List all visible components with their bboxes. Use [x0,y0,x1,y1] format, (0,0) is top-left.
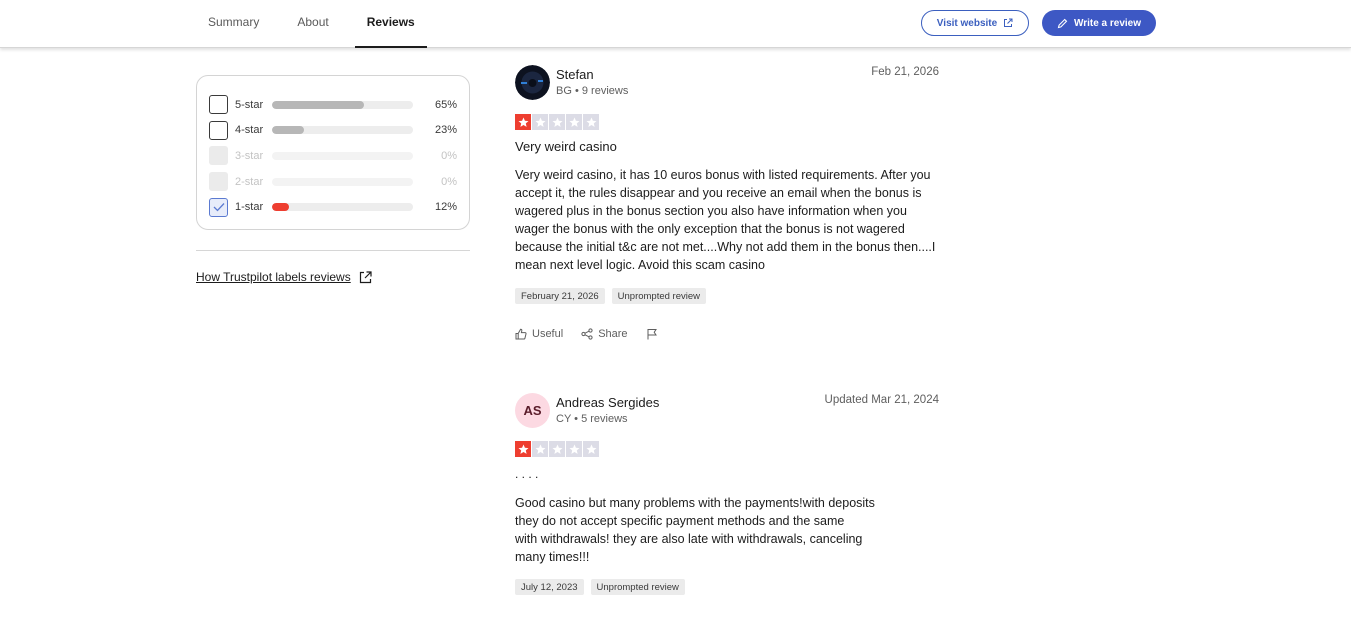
report-button[interactable] [646,328,658,340]
reviewer-name[interactable]: Andreas Sergides [556,395,659,410]
filter-row-2-star: 2-star 0% [209,169,457,195]
tab-reviews[interactable]: Reviews [354,0,427,48]
filter-percent: 65% [434,98,457,111]
review-tags: February 21, 2026 Unprompted review [515,288,707,304]
tab-summary[interactable]: Summary [196,0,271,48]
write-review-button[interactable]: Write a review [1042,10,1156,36]
star-icon [566,114,582,130]
review-actions: Useful Share [515,328,658,340]
share-icon [581,328,593,340]
useful-button[interactable]: Useful [515,328,563,340]
distribution-bar-fill [272,203,289,212]
distribution-bar [272,177,413,186]
star-icon [583,114,599,130]
checkmark-icon [213,203,224,212]
review-tags: July 12, 2023 Unprompted review [515,579,685,595]
filter-label: 5-star [235,98,264,111]
tab-about[interactable]: About [285,0,340,48]
external-link-icon [359,270,372,283]
avatar-photo [515,65,550,100]
avatar[interactable] [515,65,550,100]
external-link-icon [1004,18,1013,27]
filter-row-3-star: 3-star 0% [209,143,457,169]
unprompted-review-tag[interactable]: Unprompted review [590,579,685,595]
star-icon [515,441,531,457]
star-icon [583,441,599,457]
distribution-bar [272,203,413,212]
review-body: Good casino but many problems with the p… [515,496,875,564]
star-icon [532,114,548,130]
experience-date-tag: February 21, 2026 [515,288,605,304]
star-icon [532,441,548,457]
star-rating [515,114,599,130]
experience-date-tag: July 12, 2023 [515,579,584,595]
review-card: AS Andreas Sergides CY • 5 reviews Updat… [515,393,939,603]
unprompted-review-tag[interactable]: Unprompted review [611,288,707,304]
star-rating [515,441,599,457]
filter-label: 4-star [235,124,264,137]
filter-percent: 0% [441,149,457,162]
review-card: Stefan BG • 9 reviews Feb 21, 2026 Very … [515,65,939,350]
star-icon [549,114,565,130]
review-date: Feb 21, 2026 [871,66,939,78]
reviewer-meta: BG • 9 reviews [556,85,629,97]
filter-label: 2-star [235,175,264,188]
filter-percent: 12% [434,201,457,214]
tab-bar: Summary About Reviews [196,0,427,48]
reviewer-meta: CY • 5 reviews [556,413,628,425]
distribution-bar [272,126,413,135]
distribution-bar [272,100,413,109]
filter-label: 3-star [235,149,264,162]
filter-percent: 0% [441,175,457,188]
avatar[interactable]: AS [515,393,550,428]
filter-row-4-star[interactable]: 4-star 23% [209,118,457,144]
distribution-bar [272,151,413,160]
filter-row-1-star[interactable]: 1-star 12% [209,194,457,220]
filter-row-5-star[interactable]: 5-star 65% [209,92,457,118]
review-date: Updated Mar 21, 2024 [824,394,939,406]
review-body: Very weird casino, it has 10 euros bonus… [515,168,936,272]
visit-website-button[interactable]: Visit website [921,10,1029,36]
share-button[interactable]: Share [581,328,628,340]
star-icon [549,441,565,457]
filter-percent: 23% [434,124,457,137]
star-filter-card: 5-star 65% 4-star 23% 3-star 0% 2-star 0… [196,75,470,230]
checkbox-1-star[interactable] [209,197,228,217]
checkbox-2-star [209,172,228,192]
sidebar-divider [196,250,470,251]
checkbox-5-star[interactable] [209,95,228,115]
distribution-bar-fill [272,126,305,135]
pencil-icon [1057,18,1068,28]
checkbox-4-star[interactable] [209,120,228,140]
star-icon [515,114,531,130]
filter-label: 1-star [235,201,264,214]
reviewer-name[interactable]: Stefan [556,67,594,82]
trustpilot-labels-link[interactable]: How Trustpilot labels reviews [196,270,372,284]
thumbs-up-icon [515,328,527,340]
top-nav: Summary About Reviews Visit website Writ… [0,0,1351,48]
review-title[interactable]: Very weird casino [515,139,617,154]
distribution-bar-fill [272,100,364,109]
checkbox-3-star [209,146,228,166]
flag-icon [647,329,657,340]
review-title[interactable]: . . . . [515,467,538,481]
star-icon [566,441,582,457]
